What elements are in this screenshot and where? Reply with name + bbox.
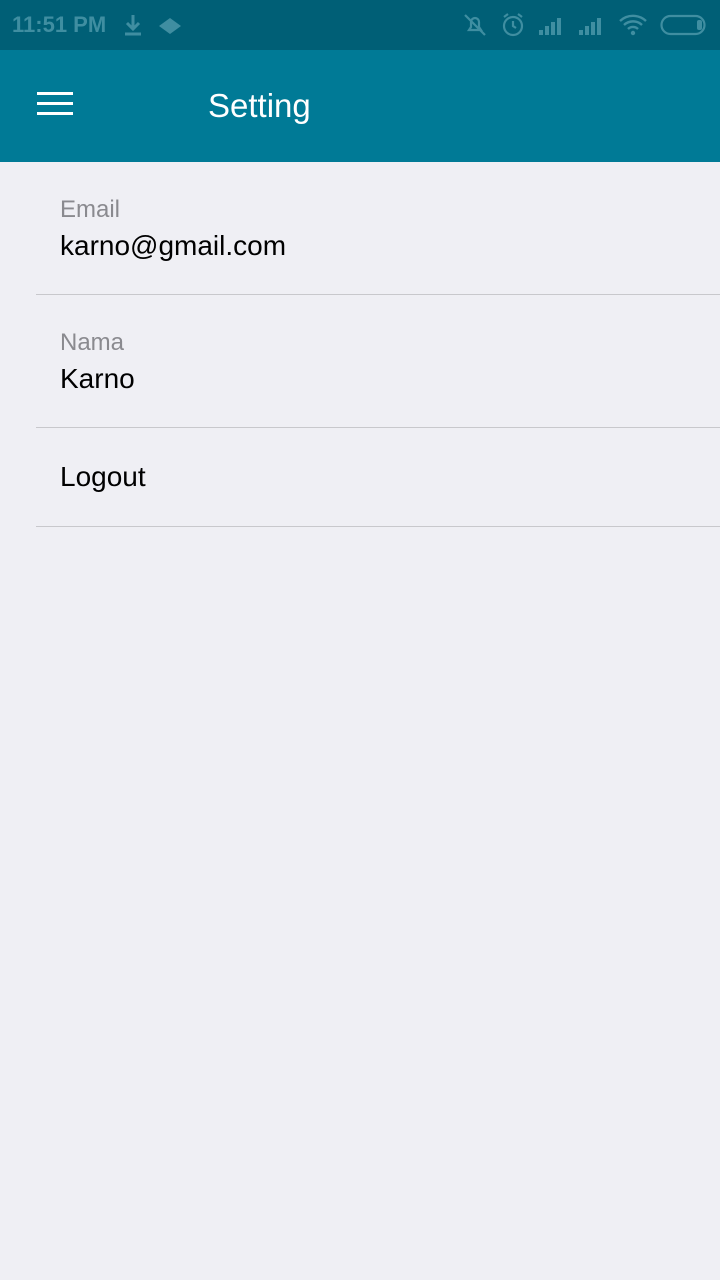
mute-notification-icon (462, 12, 488, 38)
logout-label: Logout (60, 461, 146, 492)
menu-button[interactable] (0, 50, 112, 162)
signal-icon (538, 14, 566, 36)
download-icon (120, 12, 146, 38)
hamburger-menu-icon[interactable] (37, 90, 75, 123)
logout-button[interactable]: Logout (36, 428, 720, 527)
settings-list: Email karno@gmail.com Nama Karno Logout (0, 162, 720, 527)
status-right-icons (462, 12, 708, 38)
email-label: Email (60, 196, 121, 223)
page-title: Setting (208, 87, 311, 124)
alarm-icon (500, 12, 526, 38)
name-row: Nama Karno (36, 295, 720, 428)
battery-icon (660, 13, 708, 37)
email-row: Email karno@gmail.com (36, 162, 720, 295)
signal-icon (578, 14, 606, 36)
status-bar: 11:51 PM (0, 0, 720, 50)
cloud-icon (156, 14, 184, 36)
name-label: Nama (60, 329, 125, 356)
email-value: karno@gmail.com (60, 230, 287, 261)
name-value: Karno (60, 363, 135, 394)
app-bar: Setting (0, 50, 720, 162)
wifi-icon (618, 13, 648, 37)
status-left-icons (120, 12, 184, 38)
status-time: 11:51 PM (12, 12, 107, 37)
